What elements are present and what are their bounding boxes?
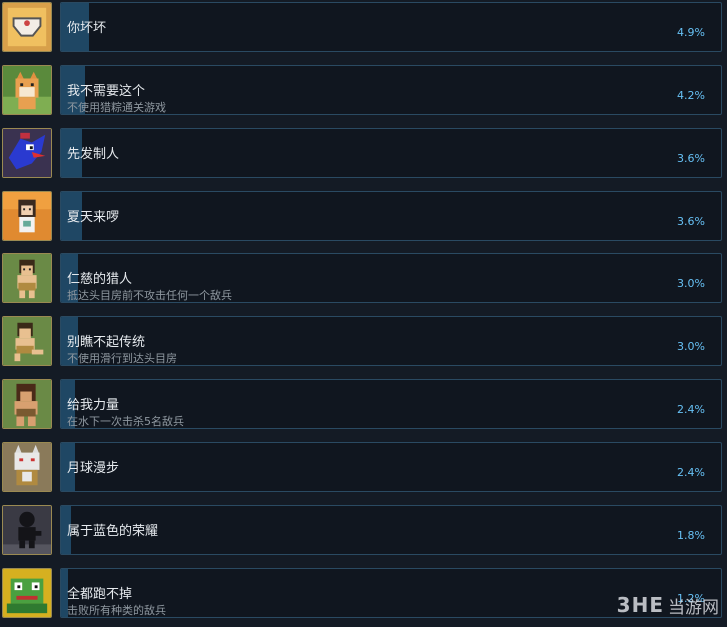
achievement-percent: 4.9% [677,26,705,39]
achievement-percent: 1.8% [677,529,705,542]
warrior-icon [2,379,52,429]
girl-summer-icon [2,191,52,241]
achievement-percent: 2.4% [677,403,705,416]
achievement-description: 击败所有种类的敌兵 [67,604,166,617]
achievement-description: 不使用滑行到达头目房 [67,352,177,365]
achievement-percent: 3.6% [677,152,705,165]
achievement-percent: 3.6% [677,215,705,228]
frog-monster-icon [2,568,52,618]
achievement-description: 不使用猎粽通关游戏 [67,101,166,114]
achievement-title: 给我力量 [67,398,120,413]
achievement-row: 仁慈的猎人抵达头目房前不攻击任何一个敌兵 3.0% [0,252,727,312]
achievement-title: 我不需要这个 [67,84,146,99]
achievement-title: 全都跑不掉 [67,587,133,602]
achievement-title: 夏天来啰 [67,210,120,225]
hunter-kick-icon [2,316,52,366]
achievement-row: 属于蓝色的荣耀 1.8% [0,504,727,564]
watermark-text: 当游网 [668,597,719,618]
achievement-card: 仁慈的猎人抵达头目房前不攻击任何一个敌兵 3.0% [60,253,722,303]
achievement-percent: 3.0% [677,277,705,290]
achievement-title: 仁慈的猎人 [67,272,133,287]
achievement-row: 月球漫步 2.4% [0,441,727,501]
achievement-card: 我不需要这个不使用猎粽通关游戏 4.2% [60,65,722,115]
hunter-icon [2,253,52,303]
achievement-card: 给我力量在水下一次击杀5名敌兵 2.4% [60,379,722,429]
shadow-figure-icon [2,505,52,555]
achievement-row: 先发制人 3.6% [0,127,727,187]
achievement-title: 你坏坏 [67,21,107,36]
achievement-description: 在水下一次击杀5名敌兵 [67,415,184,428]
underwear-icon [2,2,52,52]
achievement-percent: 2.4% [677,466,705,479]
achievement-percent: 3.0% [677,340,705,353]
achievement-row: 我不需要这个不使用猎粽通关游戏 4.2% [0,64,727,124]
achievement-row: 夏天来啰 3.6% [0,190,727,250]
achievement-card: 先发制人 3.6% [60,128,722,178]
achievement-percent: 4.2% [677,89,705,102]
achievement-title: 先发制人 [67,147,120,162]
achievement-title: 别瞧不起传统 [67,335,146,350]
blue-bird-icon [2,128,52,178]
achievement-title: 属于蓝色的荣耀 [67,524,159,539]
achievement-description: 抵达头目房前不攻击任何一个敌兵 [67,289,232,302]
achievement-row: 给我力量在水下一次击杀5名敌兵 2.4% [0,378,727,438]
cat-warrior-icon [2,442,52,492]
achievement-title: 月球漫步 [67,461,120,476]
achievement-card: 别瞧不起传统不使用滑行到达头目房 3.0% [60,316,722,366]
achievement-card: 夏天来啰 3.6% [60,191,722,241]
achievement-card: 你坏坏 4.9% [60,2,722,52]
achievement-card: 属于蓝色的荣耀 1.8% [60,505,722,555]
achievement-row: 你坏坏 4.9% [0,1,727,61]
achievement-row: 别瞧不起传统不使用滑行到达头目房 3.0% [0,315,727,375]
achievement-card: 月球漫步 2.4% [60,442,722,492]
shiba-dog-icon [2,65,52,115]
watermark: 3HE 当游网 [617,591,719,619]
watermark-logo: 3HE [616,593,664,617]
